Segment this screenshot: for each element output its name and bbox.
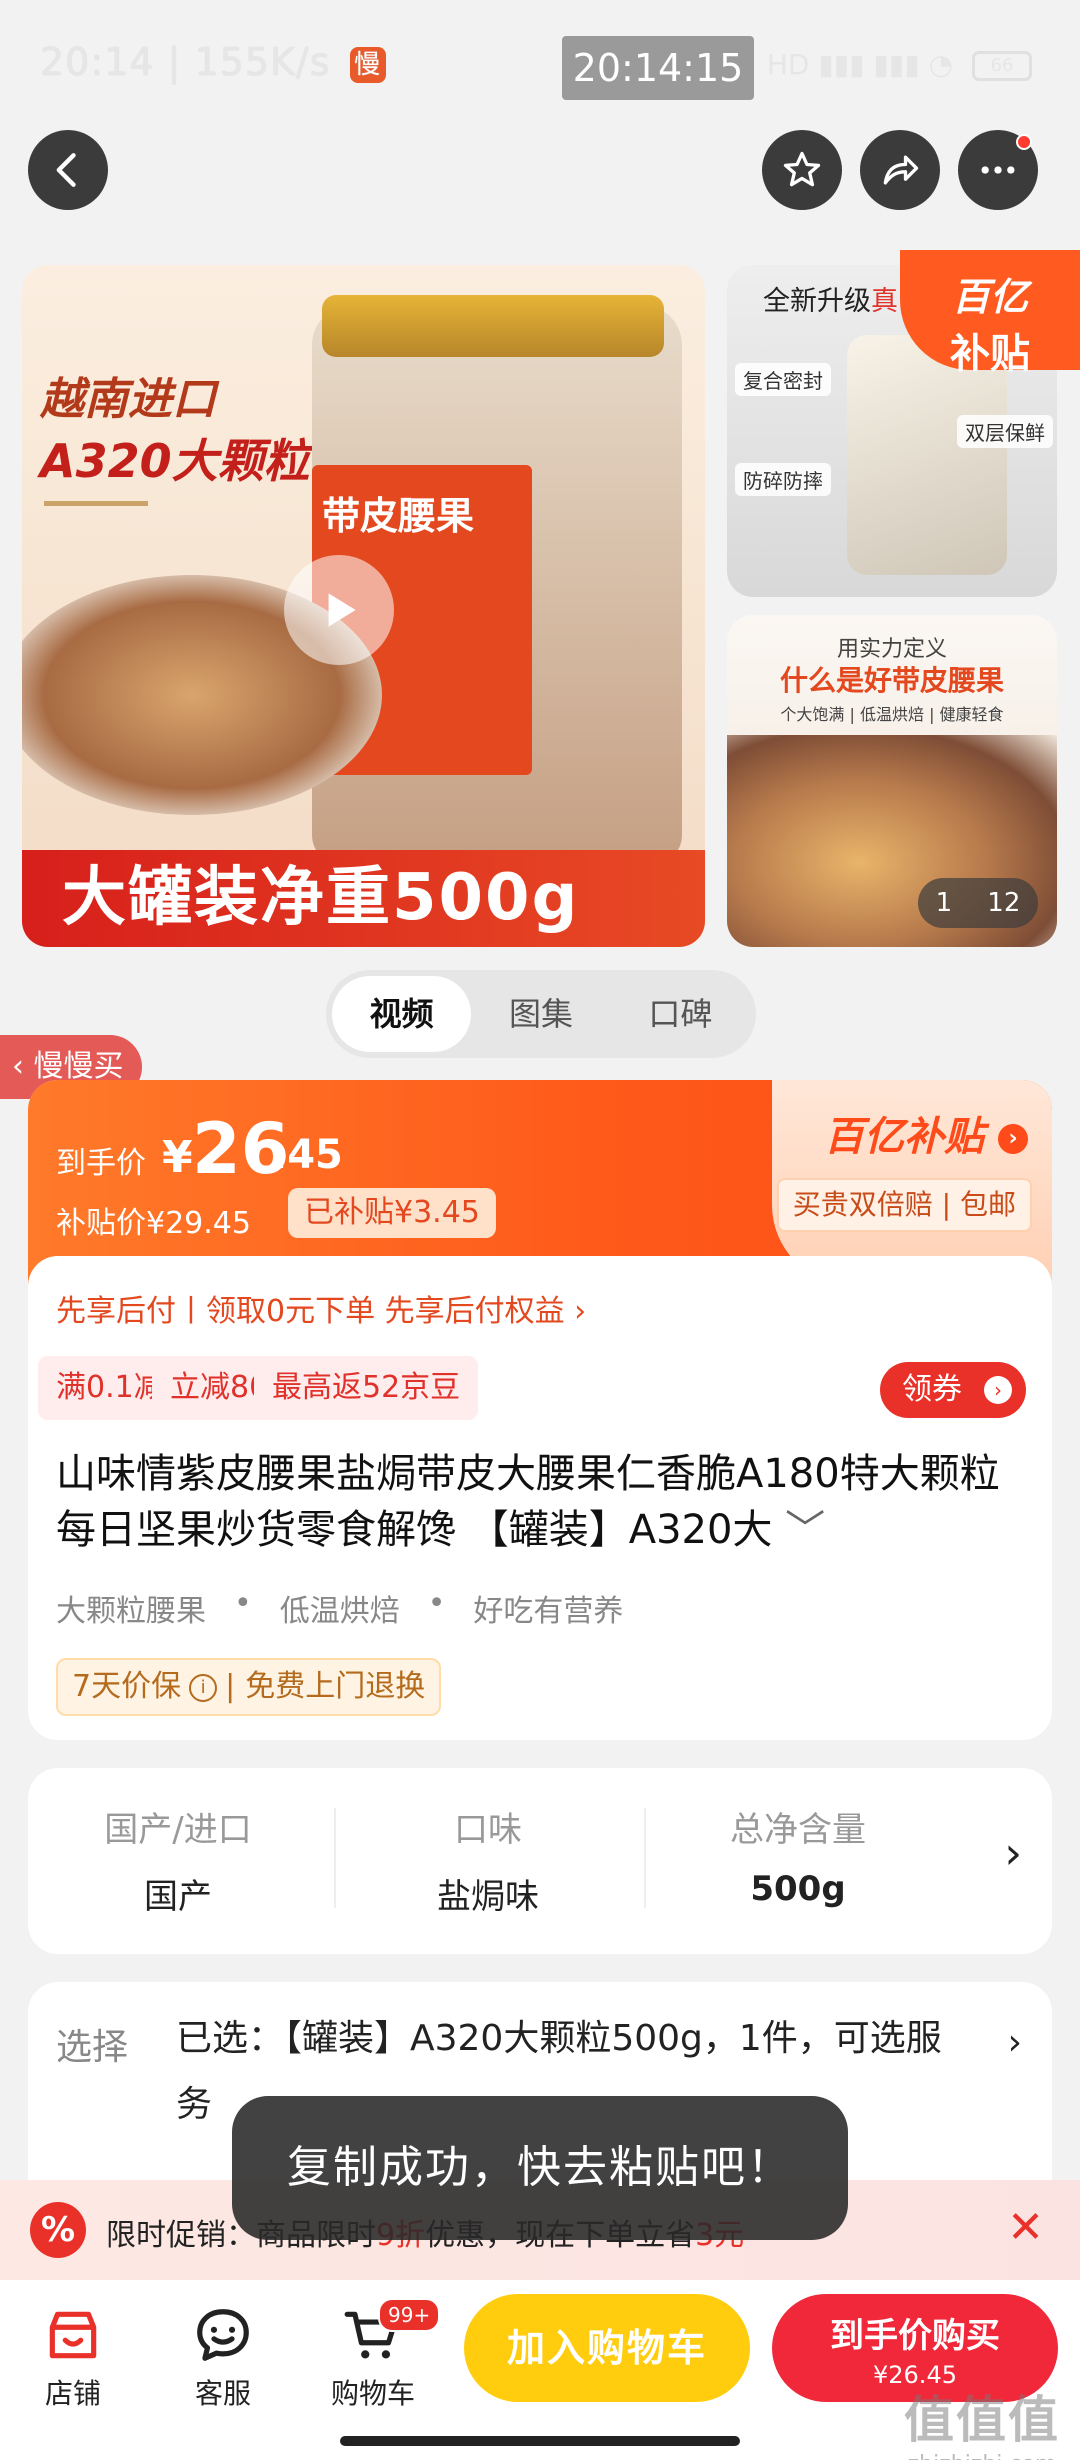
chevron-down-icon: ﹀ [785, 1507, 826, 1553]
chat-smile-icon [197, 2309, 249, 2361]
feature-item: 大颗粒腰果 [56, 1594, 206, 1629]
chevron-right-icon: › [1007, 2022, 1022, 2063]
promo-chip[interactable]: 最高返52京豆 [254, 1356, 479, 1420]
status-clock: 20:14:15 [562, 36, 754, 100]
subsidy-brand-link[interactable]: 百亿补贴 › [824, 1104, 1028, 1162]
cart-badge: 99+ [378, 2298, 441, 2332]
add-to-cart-button[interactable]: 加入购物车 [464, 2294, 750, 2402]
product-features: 大颗粒腰果 • 低温烘焙 • 好吃有营养 [56, 1586, 624, 1629]
chevron-right-icon: › [998, 1124, 1028, 1154]
main-product-image[interactable]: 越南进口 A320大颗粒 带皮腰果 大罐装净重500g [22, 265, 705, 947]
feature-item: 低温烘焙 [279, 1594, 400, 1629]
product-gallery: 越南进口 A320大颗粒 带皮腰果 大罐装净重500g ‹ 慢慢买 全新升级真 … [0, 250, 1080, 1099]
spec-card[interactable]: 国产/进口 国产 口味 盐焗味 总净含量 500g › [28, 1768, 1052, 1954]
thumb1-tag: 双层保鲜 [957, 415, 1053, 448]
guarantee-tag[interactable]: 7天价保 i | 免费上门退换 [56, 1658, 442, 1716]
notification-dot [1016, 134, 1032, 150]
tab-video[interactable]: 视频 [332, 976, 472, 1052]
pay-later-link[interactable]: 先享后付丨领取0元下单 先享后付权益 › [56, 1286, 586, 1330]
home-indicator[interactable] [340, 2436, 740, 2446]
price-card: 到手价 ¥ 26 .45 补贴价¥29.45 已补贴¥3.45 百亿补贴 › 买… [28, 1080, 1052, 1740]
subsidy-price: 补贴价¥29.45 [56, 1206, 251, 1241]
discount-icon: % [30, 2202, 86, 2258]
wifi-icon: ◔ [928, 48, 954, 81]
more-button[interactable] [958, 130, 1038, 210]
toast-message: 复制成功，快去粘贴吧！ [232, 2096, 848, 2240]
back-arrow-icon [56, 153, 76, 187]
spec-origin: 国产/进口 国产 [104, 1810, 252, 1917]
tab-reviews[interactable]: 口碑 [611, 976, 750, 1052]
star-icon [783, 151, 821, 187]
signal-icon: ▮▮▮ ▮▮▮ [818, 48, 920, 81]
tab-gallery[interactable]: 图集 [471, 976, 610, 1052]
image-counter: 1 12 [918, 878, 1038, 928]
image-headline-1: 越南进口 [40, 374, 216, 425]
media-tabs: 视频 图集 口碑 [326, 970, 756, 1058]
more-icon [981, 166, 1015, 174]
play-icon [328, 593, 356, 627]
play-video-button[interactable] [284, 555, 394, 665]
status-bar: 20:14 | 155K/s 慢 20:14:15 HD ▮▮▮ ▮▮▮ ◔ 6… [0, 0, 1080, 130]
jar-lid-illustration [322, 295, 664, 357]
spec-flavor: 口味 盐焗味 [437, 1810, 539, 1917]
thumb1-title-accent: 真 [871, 286, 898, 317]
share-icon [883, 155, 919, 185]
customer-service-button[interactable]: 客服 [168, 2304, 278, 2412]
chevron-right-icon: › [984, 1376, 1012, 1404]
back-button[interactable] [28, 130, 108, 210]
price-header: 到手价 ¥ 26 .45 补贴价¥29.45 已补贴¥3.45 百亿补贴 › 买… [28, 1080, 1052, 1285]
subsidy-badge: 百亿 补贴 [900, 250, 1080, 377]
feature-item: 好吃有营养 [473, 1594, 624, 1629]
image-banner: 大罐装净重500g [22, 850, 705, 947]
thumb1-title-prefix: 全新升级 [763, 286, 871, 317]
selection-label: 选择 [56, 2027, 129, 2068]
currency-symbol: ¥ [162, 1132, 193, 1183]
headline-underline [44, 501, 148, 506]
chevron-right-icon: › [1004, 1828, 1022, 1879]
slow-mode-icon: 慢 [349, 46, 386, 83]
subsidized-amount-tag: 已补贴¥3.45 [288, 1188, 496, 1238]
thumb2-line2: 什么是好带皮腰果 [779, 664, 1004, 697]
product-title[interactable]: 山味情紫皮腰果盐焗带皮大腰果仁香脆A180特大颗粒每日坚果炒货零食解馋 【罐装】… [56, 1446, 1026, 1558]
favorite-button[interactable] [762, 130, 842, 210]
final-price-label: 到手价 [56, 1146, 146, 1181]
thumb2-line3: 个大饱满 | 低温烘焙 | 健康轻食 [780, 705, 1004, 724]
close-icon[interactable]: ✕ [1007, 2202, 1044, 2253]
final-price-decimal: .45 [272, 1132, 343, 1178]
image-headline-2: A320大颗粒 [40, 434, 310, 488]
spec-net-weight: 总净含量 500g [730, 1810, 866, 1909]
cart-button[interactable]: 99+ 购物车 [318, 2298, 441, 2412]
get-coupon-button[interactable]: 领券 › [880, 1362, 1026, 1418]
store-icon [49, 2311, 97, 2359]
service-promise[interactable]: 买贵双倍赔 | 包邮 [776, 1178, 1032, 1232]
jar-label-text: 带皮腰果 [322, 494, 475, 538]
battery-icon: 66 [972, 51, 1032, 81]
watermark: 值值值 zhizhizhi.com [904, 2391, 1060, 2460]
thumb1-tag: 复合密封 [735, 363, 831, 396]
network-indicator: HD [766, 48, 810, 81]
status-time-speed: 20:14 | 155K/s [40, 40, 331, 84]
share-button[interactable] [860, 130, 940, 210]
thumb1-tag: 防碎防摔 [735, 463, 831, 496]
shop-button[interactable]: 店铺 [18, 2304, 128, 2412]
info-icon: i [189, 1673, 218, 1702]
